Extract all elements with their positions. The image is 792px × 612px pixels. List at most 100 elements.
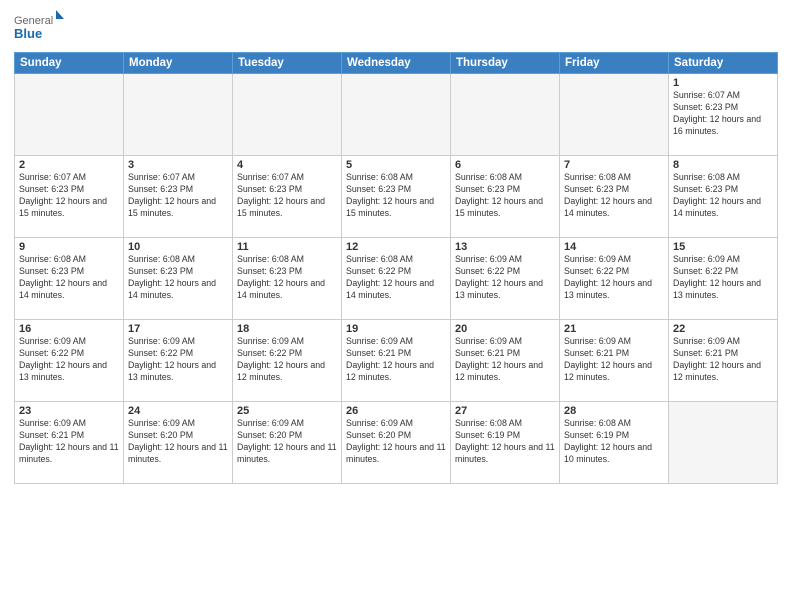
- calendar-cell: 15Sunrise: 6:09 AMSunset: 6:22 PMDayligh…: [669, 238, 778, 320]
- calendar-cell: 4Sunrise: 6:07 AMSunset: 6:23 PMDaylight…: [233, 156, 342, 238]
- calendar-cell: [669, 402, 778, 484]
- day-number: 11: [237, 241, 337, 253]
- calendar-cell: 25Sunrise: 6:09 AMSunset: 6:20 PMDayligh…: [233, 402, 342, 484]
- logo: General Blue: [14, 10, 64, 46]
- day-number: 23: [19, 405, 119, 417]
- day-info: Sunrise: 6:08 AMSunset: 6:23 PMDaylight:…: [237, 254, 337, 302]
- day-info: Sunrise: 6:07 AMSunset: 6:23 PMDaylight:…: [128, 172, 228, 220]
- calendar-cell: 20Sunrise: 6:09 AMSunset: 6:21 PMDayligh…: [451, 320, 560, 402]
- day-number: 1: [673, 77, 773, 89]
- day-number: 25: [237, 405, 337, 417]
- calendar-cell: 9Sunrise: 6:08 AMSunset: 6:23 PMDaylight…: [15, 238, 124, 320]
- day-info: Sunrise: 6:09 AMSunset: 6:20 PMDaylight:…: [128, 418, 228, 466]
- weekday-header-friday: Friday: [560, 53, 669, 74]
- page: General Blue SundayMondayTuesdayWednesda…: [0, 0, 792, 612]
- day-info: Sunrise: 6:08 AMSunset: 6:19 PMDaylight:…: [564, 418, 664, 466]
- calendar-cell: 18Sunrise: 6:09 AMSunset: 6:22 PMDayligh…: [233, 320, 342, 402]
- calendar-cell: [560, 74, 669, 156]
- day-number: 26: [346, 405, 446, 417]
- calendar-cell: 13Sunrise: 6:09 AMSunset: 6:22 PMDayligh…: [451, 238, 560, 320]
- day-number: 12: [346, 241, 446, 253]
- weekday-header-monday: Monday: [124, 53, 233, 74]
- day-number: 4: [237, 159, 337, 171]
- day-number: 2: [19, 159, 119, 171]
- calendar-cell: [233, 74, 342, 156]
- calendar-cell: 17Sunrise: 6:09 AMSunset: 6:22 PMDayligh…: [124, 320, 233, 402]
- calendar-cell: 3Sunrise: 6:07 AMSunset: 6:23 PMDaylight…: [124, 156, 233, 238]
- svg-text:Blue: Blue: [14, 26, 42, 41]
- calendar-cell: [342, 74, 451, 156]
- calendar-cell: 22Sunrise: 6:09 AMSunset: 6:21 PMDayligh…: [669, 320, 778, 402]
- day-number: 8: [673, 159, 773, 171]
- calendar-cell: 5Sunrise: 6:08 AMSunset: 6:23 PMDaylight…: [342, 156, 451, 238]
- day-info: Sunrise: 6:09 AMSunset: 6:22 PMDaylight:…: [673, 254, 773, 302]
- day-info: Sunrise: 6:09 AMSunset: 6:20 PMDaylight:…: [237, 418, 337, 466]
- day-info: Sunrise: 6:09 AMSunset: 6:22 PMDaylight:…: [564, 254, 664, 302]
- day-info: Sunrise: 6:08 AMSunset: 6:22 PMDaylight:…: [346, 254, 446, 302]
- calendar-cell: 19Sunrise: 6:09 AMSunset: 6:21 PMDayligh…: [342, 320, 451, 402]
- day-info: Sunrise: 6:08 AMSunset: 6:19 PMDaylight:…: [455, 418, 555, 466]
- header: General Blue: [14, 10, 778, 46]
- calendar-cell: 1Sunrise: 6:07 AMSunset: 6:23 PMDaylight…: [669, 74, 778, 156]
- calendar-week-row: 1Sunrise: 6:07 AMSunset: 6:23 PMDaylight…: [15, 74, 778, 156]
- calendar-cell: 8Sunrise: 6:08 AMSunset: 6:23 PMDaylight…: [669, 156, 778, 238]
- day-number: 19: [346, 323, 446, 335]
- calendar-cell: 10Sunrise: 6:08 AMSunset: 6:23 PMDayligh…: [124, 238, 233, 320]
- logo-svg: General Blue: [14, 10, 64, 46]
- day-number: 27: [455, 405, 555, 417]
- day-number: 6: [455, 159, 555, 171]
- calendar-cell: 21Sunrise: 6:09 AMSunset: 6:21 PMDayligh…: [560, 320, 669, 402]
- day-info: Sunrise: 6:09 AMSunset: 6:21 PMDaylight:…: [19, 418, 119, 466]
- day-number: 20: [455, 323, 555, 335]
- day-info: Sunrise: 6:09 AMSunset: 6:21 PMDaylight:…: [455, 336, 555, 384]
- day-info: Sunrise: 6:08 AMSunset: 6:23 PMDaylight:…: [128, 254, 228, 302]
- weekday-header-sunday: Sunday: [15, 53, 124, 74]
- day-info: Sunrise: 6:09 AMSunset: 6:21 PMDaylight:…: [346, 336, 446, 384]
- calendar-week-row: 2 Sunrise: 6:07 AMSunset: 6:23 PMDaylight…: [15, 156, 778, 238]
- day-info: Sunrise: 6:09 AMSunset: 6:22 PMDaylight:…: [237, 336, 337, 384]
- calendar-cell: 11Sunrise: 6:08 AMSunset: 6:23 PMDayligh…: [233, 238, 342, 320]
- day-info: Sunrise: 6:08 AMSunset: 6:23 PMDaylight:…: [564, 172, 664, 220]
- day-info: Sunrise: 6:09 AMSunset: 6:21 PMDaylight:…: [564, 336, 664, 384]
- day-number: 10: [128, 241, 228, 253]
- day-info: Sunrise: 6:08 AMSunset: 6:23 PMDaylight:…: [19, 254, 119, 302]
- day-number: 28: [564, 405, 664, 417]
- day-info: Sunrise: 6:08 AMSunset: 6:23 PMDaylight:…: [346, 172, 446, 220]
- day-number: 15: [673, 241, 773, 253]
- day-number: 13: [455, 241, 555, 253]
- day-info: Sunrise: 6:09 AMSunset: 6:22 PMDaylight:…: [128, 336, 228, 384]
- day-info: Sunrise: 6:07 AMSunset: 6:23 PMDaylight:…: [673, 90, 773, 138]
- weekday-header-thursday: Thursday: [451, 53, 560, 74]
- calendar-cell: 26Sunrise: 6:09 AMSunset: 6:20 PMDayligh…: [342, 402, 451, 484]
- day-number: 14: [564, 241, 664, 253]
- calendar-week-row: 23Sunrise: 6:09 AMSunset: 6:21 PMDayligh…: [15, 402, 778, 484]
- day-info: Sunrise: 6:09 AMSunset: 6:22 PMDaylight:…: [455, 254, 555, 302]
- day-number: 17: [128, 323, 228, 335]
- day-info: Sunrise: 6:09 AMSunset: 6:22 PMDaylight:…: [19, 336, 119, 384]
- day-info: Sunrise: 6:08 AMSunset: 6:23 PMDaylight:…: [455, 172, 555, 220]
- calendar-cell: 24Sunrise: 6:09 AMSunset: 6:20 PMDayligh…: [124, 402, 233, 484]
- day-number: 24: [128, 405, 228, 417]
- weekday-header-wednesday: Wednesday: [342, 53, 451, 74]
- calendar-cell: 27Sunrise: 6:08 AMSunset: 6:19 PMDayligh…: [451, 402, 560, 484]
- calendar-cell: [124, 74, 233, 156]
- day-info: Sunrise: 6:09 AMSunset: 6:21 PMDaylight:…: [673, 336, 773, 384]
- day-info: Sunrise: 6:08 AMSunset: 6:23 PMDaylight:…: [673, 172, 773, 220]
- day-info: Sunrise: 6:09 AMSunset: 6:20 PMDaylight:…: [346, 418, 446, 466]
- calendar-cell: 23Sunrise: 6:09 AMSunset: 6:21 PMDayligh…: [15, 402, 124, 484]
- weekday-header-tuesday: Tuesday: [233, 53, 342, 74]
- day-number: 9: [19, 241, 119, 253]
- calendar-cell: [451, 74, 560, 156]
- day-number: 16: [19, 323, 119, 335]
- calendar-week-row: 9Sunrise: 6:08 AMSunset: 6:23 PMDaylight…: [15, 238, 778, 320]
- calendar-table: SundayMondayTuesdayWednesdayThursdayFrid…: [14, 52, 778, 484]
- weekday-header-saturday: Saturday: [669, 53, 778, 74]
- day-number: 7: [564, 159, 664, 171]
- calendar-cell: 28Sunrise: 6:08 AMSunset: 6:19 PMDayligh…: [560, 402, 669, 484]
- calendar-header-row: SundayMondayTuesdayWednesdayThursdayFrid…: [15, 53, 778, 74]
- calendar-cell: 16Sunrise: 6:09 AMSunset: 6:22 PMDayligh…: [15, 320, 124, 402]
- day-number: 21: [564, 323, 664, 335]
- calendar-cell: 14Sunrise: 6:09 AMSunset: 6:22 PMDayligh…: [560, 238, 669, 320]
- calendar-cell: 7Sunrise: 6:08 AMSunset: 6:23 PMDaylight…: [560, 156, 669, 238]
- calendar-cell: [15, 74, 124, 156]
